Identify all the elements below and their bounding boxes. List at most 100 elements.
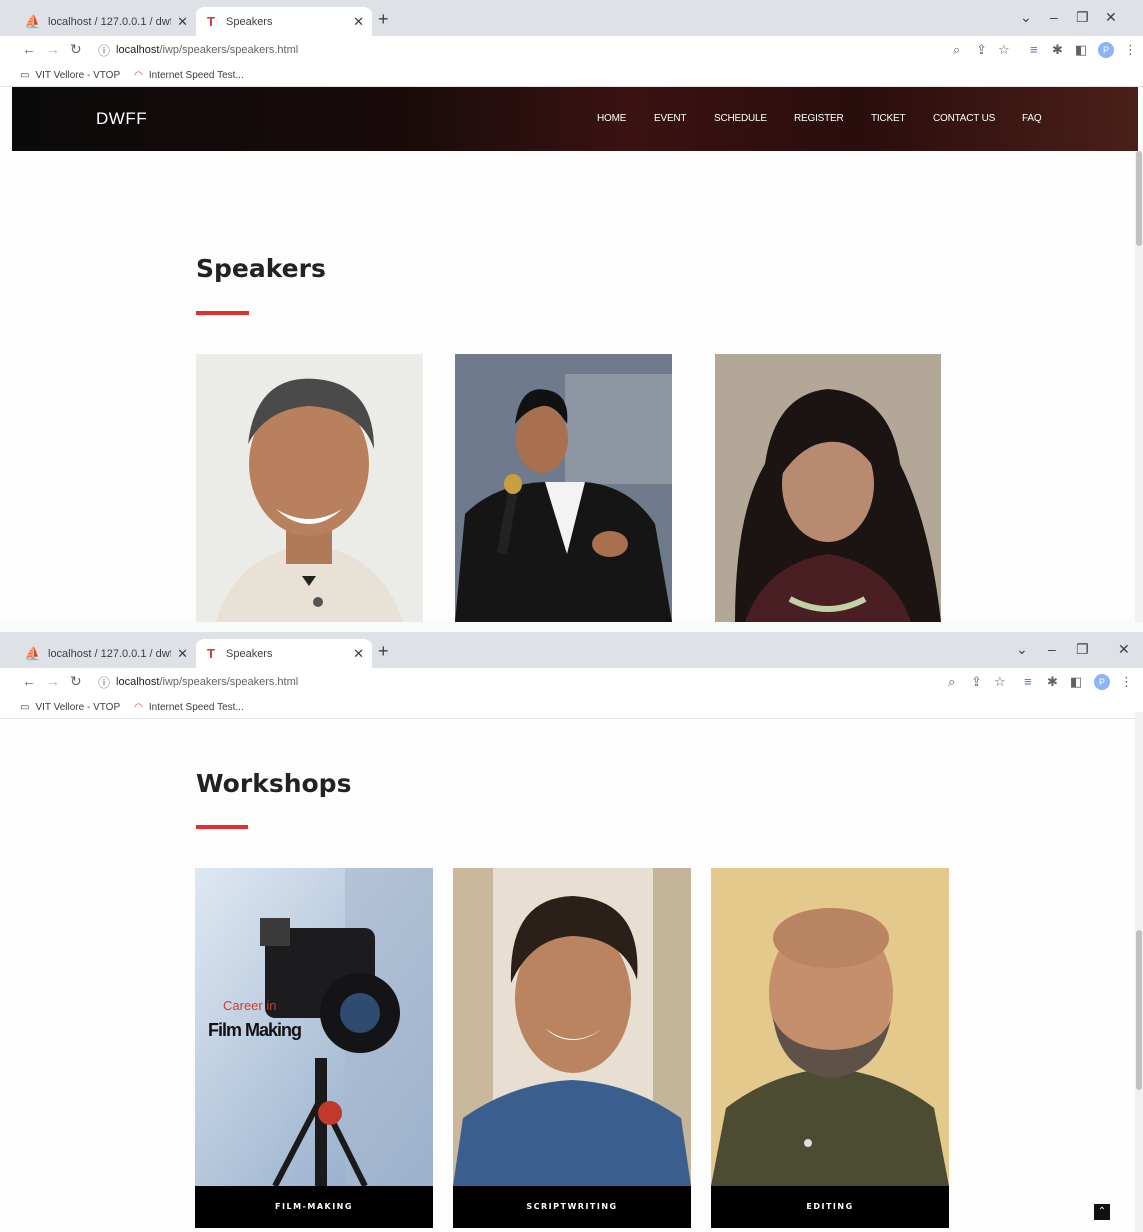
- menu-kebab-icon[interactable]: ⋮: [1120, 674, 1133, 690]
- extension-icon[interactable]: ≡: [1024, 674, 1032, 689]
- close-tab-icon[interactable]: ✕: [353, 646, 364, 662]
- speedometer-icon: ◠: [134, 69, 143, 81]
- profile-avatar[interactable]: P: [1098, 42, 1114, 58]
- workshop-film-making-photo: Career in Film Making: [195, 868, 433, 1186]
- tab-title: Speakers: [226, 647, 273, 660]
- workshop-film-making-caption[interactable]: FILM-MAKING: [195, 1186, 433, 1228]
- t-logo-icon: T: [207, 646, 215, 661]
- nav-event[interactable]: EVENT: [654, 113, 687, 124]
- phpmyadmin-icon: ⛵: [24, 13, 42, 29]
- info-icon[interactable]: ⓘ: [98, 674, 110, 691]
- reload-icon[interactable]: ↻: [70, 41, 82, 58]
- bookmark-vtop[interactable]: ▭ VIT Vellore - VTOP: [20, 702, 120, 713]
- tab-search-icon[interactable]: ⌄: [1016, 641, 1028, 658]
- workshops-heading: Workshops: [196, 769, 352, 798]
- back-to-top-button[interactable]: ⌃: [1094, 1204, 1110, 1220]
- minimize-icon[interactable]: –: [1048, 641, 1056, 657]
- tab-phpmyadmin[interactable]: ⛵ localhost / 127.0.0.1 / dwff / ticke ✕: [18, 7, 196, 36]
- zoom-icon[interactable]: ⌕: [948, 674, 955, 690]
- chevron-up-icon: ⌃: [1097, 1206, 1107, 1217]
- extensions-puzzle-icon[interactable]: ✱: [1052, 42, 1063, 58]
- tab-search-icon[interactable]: ⌄: [1020, 9, 1032, 26]
- nav-ticket[interactable]: TICKET: [871, 113, 906, 124]
- nav-register[interactable]: REGISTER: [794, 113, 844, 124]
- side-panel-icon[interactable]: ◧: [1075, 42, 1087, 58]
- poster-line-1: Career in: [223, 998, 277, 1013]
- bookmark-site-icon: ▭: [20, 701, 30, 713]
- bookmark-speedtest[interactable]: ◠ Internet Speed Test...: [134, 70, 244, 81]
- nav-faq[interactable]: FAQ: [1022, 113, 1042, 124]
- scrollbar-thumb[interactable]: [1136, 930, 1142, 1090]
- new-tab-icon[interactable]: +: [378, 641, 389, 662]
- speaker-1-photo: [196, 354, 423, 622]
- workshop-editing-caption[interactable]: EDITING: [711, 1186, 949, 1228]
- bookmark-label: VIT Vellore - VTOP: [35, 69, 121, 81]
- address-bar[interactable]: ⓘ localhost/iwp/speakers/speakers.html: [94, 40, 1014, 60]
- close-tab-icon[interactable]: ✕: [177, 646, 188, 662]
- browser-window-top: ⛵ localhost / 127.0.0.1 / dwff / ticke ✕…: [0, 0, 1143, 622]
- bookmarks-bar: ▭ VIT Vellore - VTOP ◠ Internet Speed Test…: [0, 696, 1143, 719]
- phpmyadmin-icon: ⛵: [24, 645, 42, 661]
- url-path: /iwp/speakers/speakers.html: [159, 676, 299, 688]
- reload-icon[interactable]: ↻: [70, 673, 82, 690]
- extension-icon[interactable]: ≡: [1030, 42, 1038, 57]
- restore-icon[interactable]: ❐: [1076, 641, 1089, 658]
- tab-speakers[interactable]: T Speakers ✕: [196, 639, 372, 668]
- bookmark-label: VIT Vellore - VTOP: [35, 701, 121, 713]
- page-scrollbar[interactable]: [1135, 712, 1143, 1232]
- tab-title: localhost / 127.0.0.1 / dwff / ticke: [48, 647, 171, 660]
- close-window-icon[interactable]: ✕: [1105, 9, 1117, 26]
- tab-speakers[interactable]: T Speakers ✕: [196, 7, 372, 36]
- restore-icon[interactable]: ❐: [1076, 9, 1089, 26]
- forward-icon[interactable]: →: [46, 41, 60, 57]
- share-icon[interactable]: ⇪: [976, 42, 987, 58]
- workshop-scriptwriting-photo: [453, 868, 691, 1186]
- tab-title: localhost / 127.0.0.1 / dwff / ticke: [48, 15, 171, 28]
- bookmark-speedtest[interactable]: ◠ Internet Speed Test...: [134, 702, 244, 713]
- browser-toolbar: ← → ↻ ⓘ localhost/iwp/speakers/speakers.…: [0, 36, 1143, 64]
- tab-title: Speakers: [226, 15, 273, 28]
- bookmark-label: Internet Speed Test...: [148, 69, 244, 81]
- nav-schedule[interactable]: SCHEDULE: [714, 113, 767, 124]
- close-tab-icon[interactable]: ✕: [353, 14, 364, 30]
- address-bar[interactable]: ⓘ localhost/iwp/speakers/speakers.html: [94, 672, 1014, 692]
- url-host: localhost: [116, 44, 160, 56]
- close-window-icon[interactable]: ✕: [1118, 641, 1130, 658]
- new-tab-icon[interactable]: +: [378, 9, 389, 30]
- workshop-editing-photo: [711, 868, 949, 1186]
- tab-phpmyadmin[interactable]: ⛵ localhost / 127.0.0.1 / dwff / ticke ✕: [18, 639, 196, 668]
- minimize-icon[interactable]: –: [1050, 9, 1058, 25]
- nav-contact-us[interactable]: CONTACT US: [933, 113, 995, 124]
- browser-window-bottom: ⛵ localhost / 127.0.0.1 / dwff / ticke ✕…: [0, 632, 1143, 1232]
- menu-kebab-icon[interactable]: ⋮: [1124, 42, 1137, 58]
- extensions-puzzle-icon[interactable]: ✱: [1047, 674, 1058, 690]
- t-logo-icon: T: [207, 14, 215, 29]
- workshop-scriptwriting-caption[interactable]: SCRIPTWRITING: [453, 1186, 691, 1228]
- share-icon[interactable]: ⇪: [971, 674, 982, 690]
- speaker-3-photo: [715, 354, 941, 622]
- poster-line-2: Film Making: [208, 1020, 302, 1040]
- nav-home[interactable]: HOME: [597, 113, 626, 124]
- back-icon[interactable]: ←: [22, 41, 36, 57]
- site-logo[interactable]: DWFF: [96, 109, 147, 129]
- info-icon[interactable]: ⓘ: [98, 42, 110, 59]
- zoom-icon[interactable]: ⌕: [953, 42, 960, 58]
- profile-avatar[interactable]: P: [1094, 674, 1110, 690]
- speedometer-icon: ◠: [134, 701, 143, 713]
- bookmark-vtop[interactable]: ▭ VIT Vellore - VTOP: [20, 70, 120, 81]
- bookmarks-bar: ▭ VIT Vellore - VTOP ◠ Internet Speed Test…: [0, 64, 1143, 87]
- tab-strip: ⛵ localhost / 127.0.0.1 / dwff / ticke ✕…: [0, 632, 1143, 668]
- back-icon[interactable]: ←: [22, 673, 36, 689]
- tab-strip: ⛵ localhost / 127.0.0.1 / dwff / ticke ✕…: [0, 0, 1143, 36]
- bookmark-star-icon[interactable]: ☆: [994, 674, 1006, 690]
- bookmark-label: Internet Speed Test...: [148, 701, 244, 713]
- bookmark-site-icon: ▭: [20, 69, 30, 81]
- page-scrollbar[interactable]: [1135, 151, 1143, 622]
- browser-toolbar: ← → ↻ ⓘ localhost/iwp/speakers/speakers.…: [0, 668, 1143, 696]
- scrollbar-thumb[interactable]: [1136, 151, 1142, 246]
- side-panel-icon[interactable]: ◧: [1070, 674, 1082, 690]
- forward-icon[interactable]: →: [46, 673, 60, 689]
- bookmark-star-icon[interactable]: ☆: [998, 42, 1010, 58]
- speakers-heading: Speakers: [196, 254, 326, 283]
- close-tab-icon[interactable]: ✕: [177, 14, 188, 30]
